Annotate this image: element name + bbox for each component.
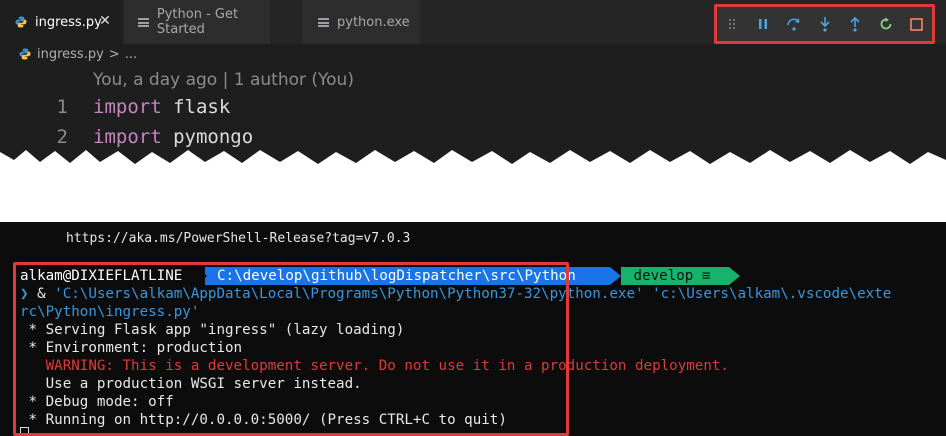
- tab-python-get-started[interactable]: Python - Get Started: [124, 0, 270, 44]
- tab-label: ingress.py: [35, 14, 102, 30]
- code-line: 2 import pymongo: [0, 122, 946, 152]
- breadcrumb-file[interactable]: ingress.py: [37, 47, 104, 62]
- python-icon: [14, 15, 28, 29]
- output-line: * Running on http://0.0.0.0:5000/ (Press…: [20, 412, 507, 428]
- breadcrumb-separator: >: [108, 46, 120, 62]
- command-text: 'C:\Users\alkam\AppData\Local\Programs\P…: [54, 286, 892, 302]
- line-number: 2: [56, 126, 68, 148]
- code-line: 1 import flask: [0, 92, 946, 122]
- stop-icon[interactable]: [901, 9, 932, 39]
- output-line: * Debug mode: off: [20, 394, 174, 410]
- step-out-icon[interactable]: [840, 9, 871, 39]
- command-line: ❯ & 'C:\Users\alkam\AppData\Local\Progra…: [20, 286, 892, 302]
- drag-handle-icon[interactable]: [717, 9, 748, 39]
- pause-icon[interactable]: [748, 9, 779, 39]
- prompt-user: alkam@DIXIEFLATLINE: [20, 268, 183, 284]
- code-text[interactable]: import pymongo: [93, 122, 253, 152]
- terminal-cursor: [20, 427, 29, 436]
- powershell-release-url[interactable]: https://aka.ms/PowerShell-Release?tag=v7…: [66, 231, 410, 246]
- prompt-separator: [198, 267, 207, 285]
- step-into-icon[interactable]: [809, 9, 840, 39]
- code-text[interactable]: import flask: [93, 92, 230, 122]
- prompt-caret-icon: ❯: [20, 286, 29, 302]
- preview-icon: [138, 15, 150, 29]
- python-icon: [19, 48, 37, 60]
- prompt-separator: [729, 267, 740, 285]
- restart-icon[interactable]: [871, 9, 902, 39]
- tab-label: python.exe: [337, 14, 410, 30]
- tab-bar: ingress.py ✕ Python - Get Started python…: [0, 0, 946, 44]
- tab-ingress-py[interactable]: ingress.py ✕: [0, 0, 122, 44]
- output-warning: WARNING: This is a development server. D…: [20, 358, 729, 374]
- line-number: 1: [56, 96, 68, 118]
- prompt-git-branch: develop ≡: [621, 267, 729, 285]
- output-line: * Environment: production: [20, 340, 243, 356]
- breadcrumb: ingress.py > ...: [19, 45, 137, 63]
- close-tab-icon[interactable]: ✕: [98, 14, 112, 28]
- tab-label: Python - Get Started: [156, 7, 239, 37]
- prompt-path: C:\develop\github\logDispatcher\src\Pyth…: [205, 267, 610, 285]
- editor-panel: ingress.py ✕ Python - Get Started python…: [0, 0, 946, 175]
- command-text-continued: rc\Python\ingress.py': [20, 304, 200, 320]
- debug-toolbar: [714, 4, 935, 44]
- output-line: * Serving Flask app "ingress" (lazy load…: [20, 322, 405, 338]
- breadcrumb-more[interactable]: ...: [125, 47, 137, 62]
- codelens-blame[interactable]: You, a day ago | 1 author (You): [93, 70, 354, 90]
- file-icon: [316, 15, 330, 29]
- step-over-icon[interactable]: [778, 9, 809, 39]
- prompt-separator: [610, 267, 621, 285]
- output-line: Use a production WSGI server instead.: [20, 376, 362, 392]
- tab-python-exe[interactable]: python.exe: [302, 0, 420, 44]
